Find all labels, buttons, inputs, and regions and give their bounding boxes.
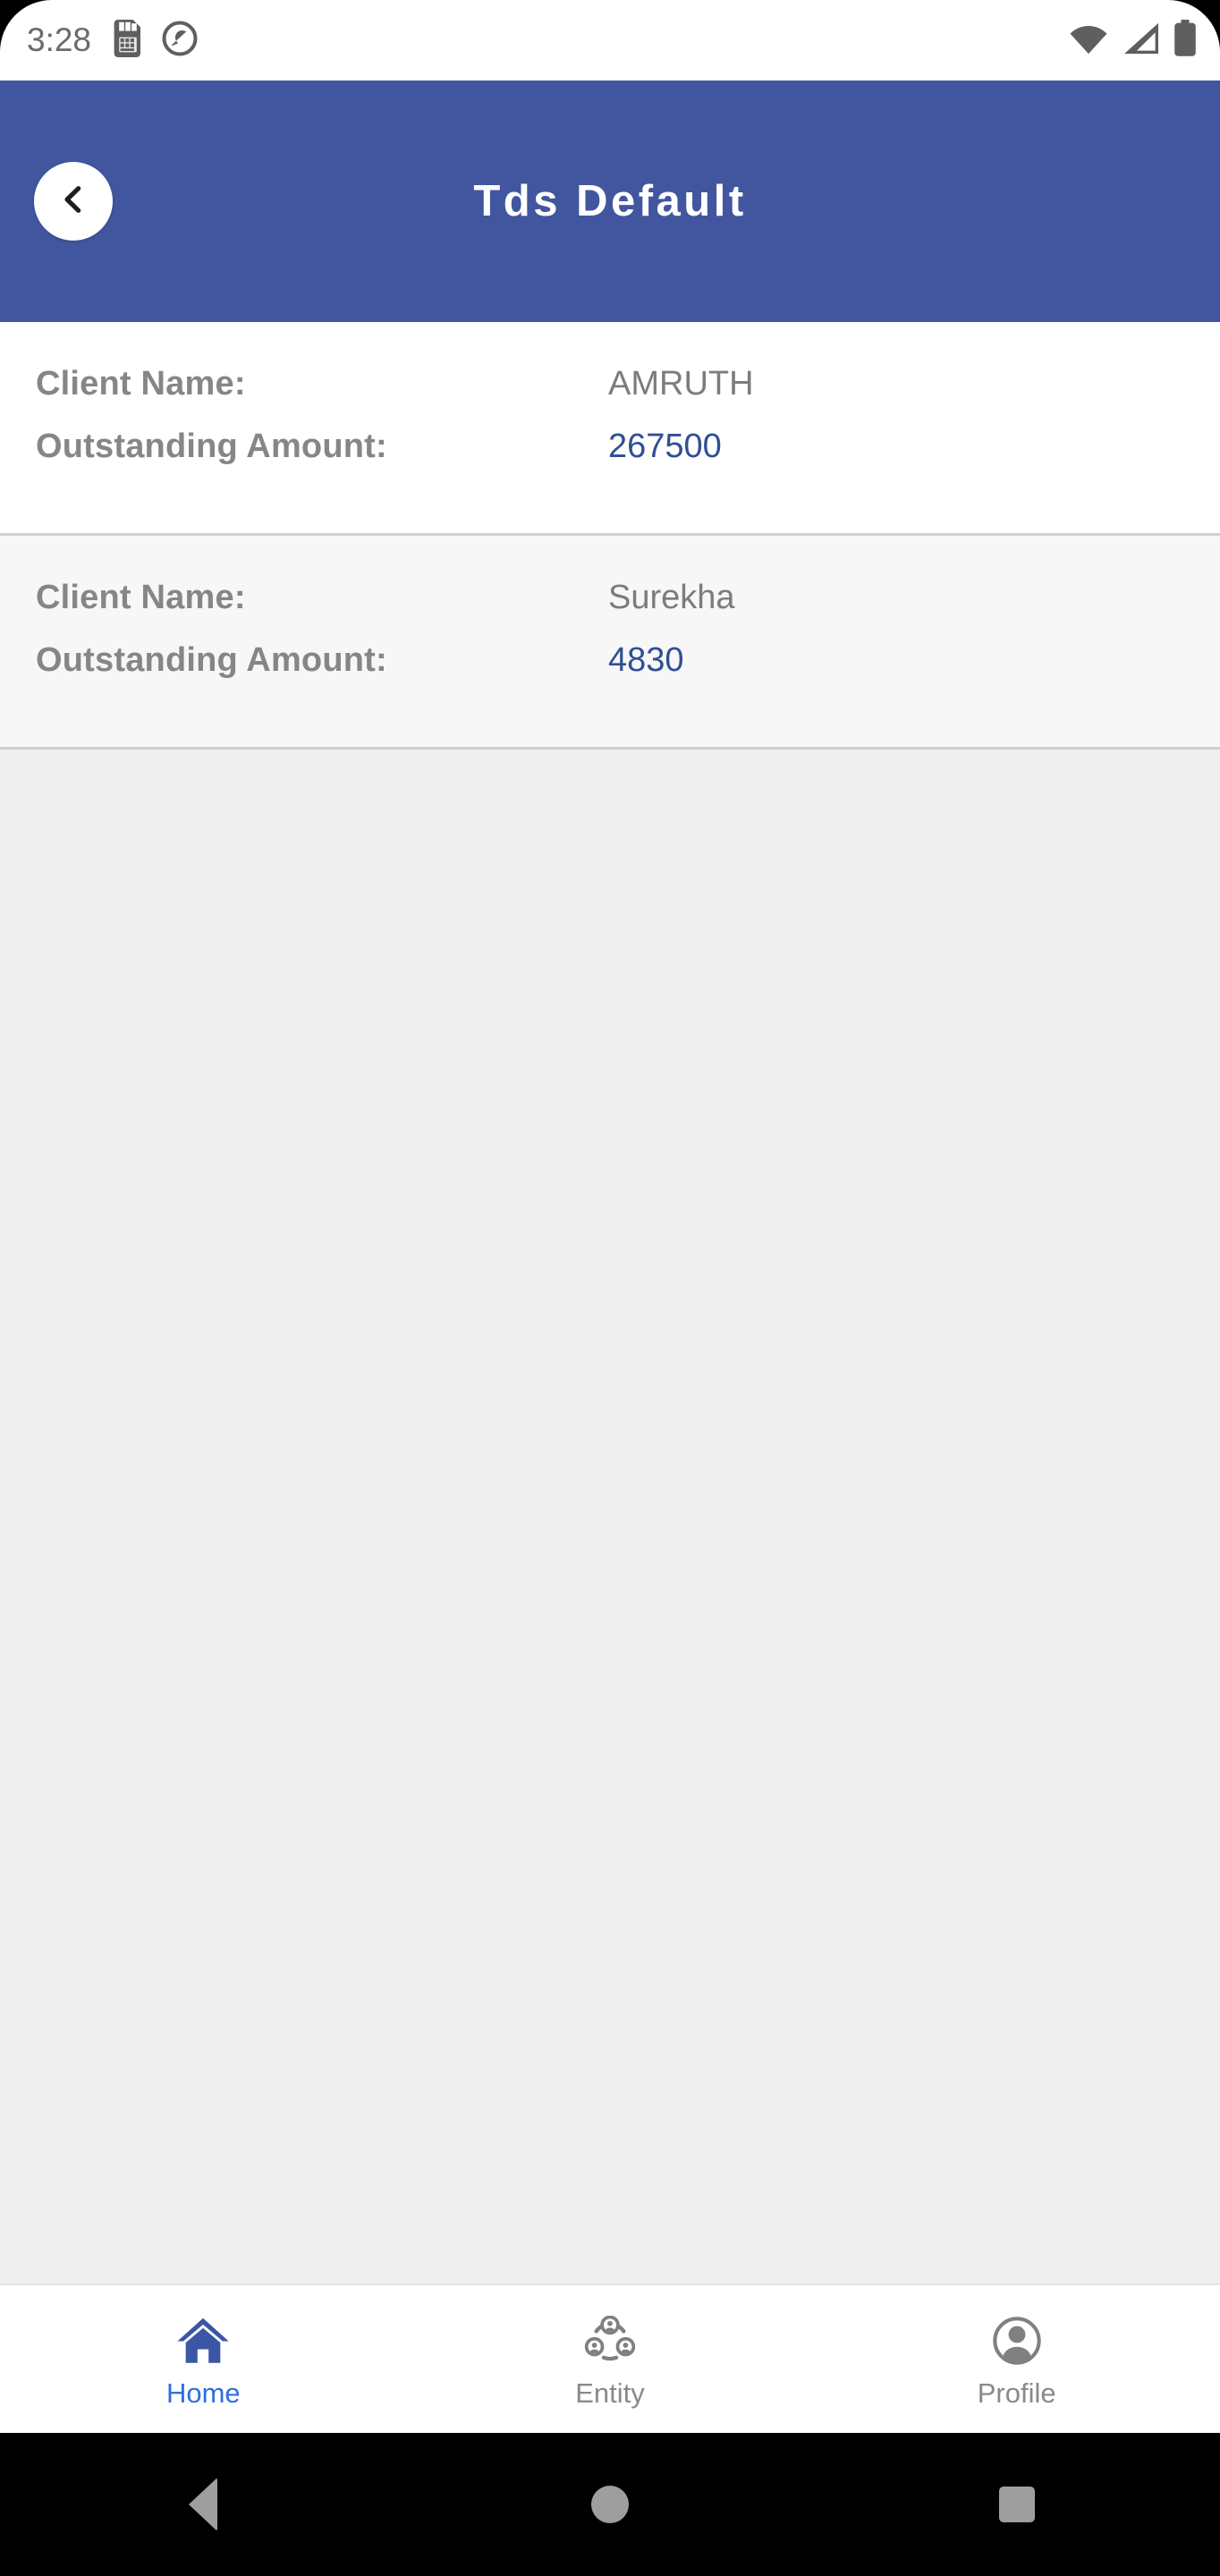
sim-card-icon bbox=[113, 19, 143, 62]
battery-icon bbox=[1173, 19, 1197, 62]
system-recents-button[interactable] bbox=[936, 2433, 1097, 2576]
back-triangle-icon bbox=[189, 2478, 218, 2531]
outstanding-amount-row: Outstanding Amount: 267500 bbox=[36, 428, 1184, 490]
nav-label-home: Home bbox=[165, 2377, 241, 2409]
home-icon bbox=[175, 2313, 231, 2368]
nav-item-entity[interactable]: Entity bbox=[407, 2285, 814, 2435]
do-not-disturb-icon bbox=[161, 20, 199, 62]
outstanding-amount-row: Outstanding Amount: 4830 bbox=[36, 641, 1184, 704]
chevron-left-icon bbox=[55, 182, 91, 222]
outstanding-amount-value: 267500 bbox=[608, 428, 722, 465]
status-bar-clock: 3:28 bbox=[27, 21, 92, 58]
client-name-row: Client Name: AMRUTH bbox=[36, 365, 1184, 428]
cellular-signal-icon bbox=[1122, 21, 1161, 60]
phone-screen: 3:28 Tds Default Client Name: AMRUTH Out… bbox=[0, 0, 1220, 2576]
nav-item-profile[interactable]: Profile bbox=[813, 2285, 1220, 2435]
android-system-navigation-bar bbox=[0, 2433, 1220, 2576]
account-icon bbox=[991, 2313, 1043, 2368]
nav-label-entity: Entity bbox=[575, 2377, 645, 2409]
client-name-row: Client Name: Surekha bbox=[36, 579, 1184, 641]
nav-item-home[interactable]: Home bbox=[0, 2285, 407, 2435]
outstanding-amount-label: Outstanding Amount: bbox=[36, 428, 387, 465]
nav-label-profile: Profile bbox=[977, 2377, 1056, 2409]
table-row[interactable]: Client Name: AMRUTH Outstanding Amount: … bbox=[0, 322, 1220, 536]
home-circle-icon bbox=[590, 2486, 629, 2523]
outstanding-amount-value: 4830 bbox=[608, 641, 684, 679]
client-name-value: Surekha bbox=[608, 579, 735, 616]
system-back-button[interactable] bbox=[123, 2433, 284, 2576]
system-home-button[interactable] bbox=[530, 2433, 690, 2576]
bottom-navigation-bar: Home Entity Profile bbox=[0, 2284, 1220, 2435]
wifi-icon bbox=[1068, 21, 1109, 60]
page-title: Tds Default bbox=[473, 176, 747, 225]
client-list: Client Name: AMRUTH Outstanding Amount: … bbox=[0, 322, 1220, 2284]
recents-square-icon bbox=[998, 2487, 1035, 2522]
outstanding-amount-label: Outstanding Amount: bbox=[36, 641, 387, 679]
client-name-label: Client Name: bbox=[36, 365, 246, 402]
app-bar: Tds Default bbox=[0, 80, 1220, 322]
back-button[interactable] bbox=[34, 162, 113, 241]
client-name-value: AMRUTH bbox=[608, 365, 754, 402]
status-bar: 3:28 bbox=[0, 0, 1220, 80]
table-row[interactable]: Client Name: Surekha Outstanding Amount:… bbox=[0, 536, 1220, 750]
group-icon bbox=[584, 2313, 636, 2368]
status-bar-system-icons bbox=[1068, 19, 1197, 62]
status-bar-notification-icons bbox=[113, 19, 199, 62]
client-name-label: Client Name: bbox=[36, 579, 246, 616]
